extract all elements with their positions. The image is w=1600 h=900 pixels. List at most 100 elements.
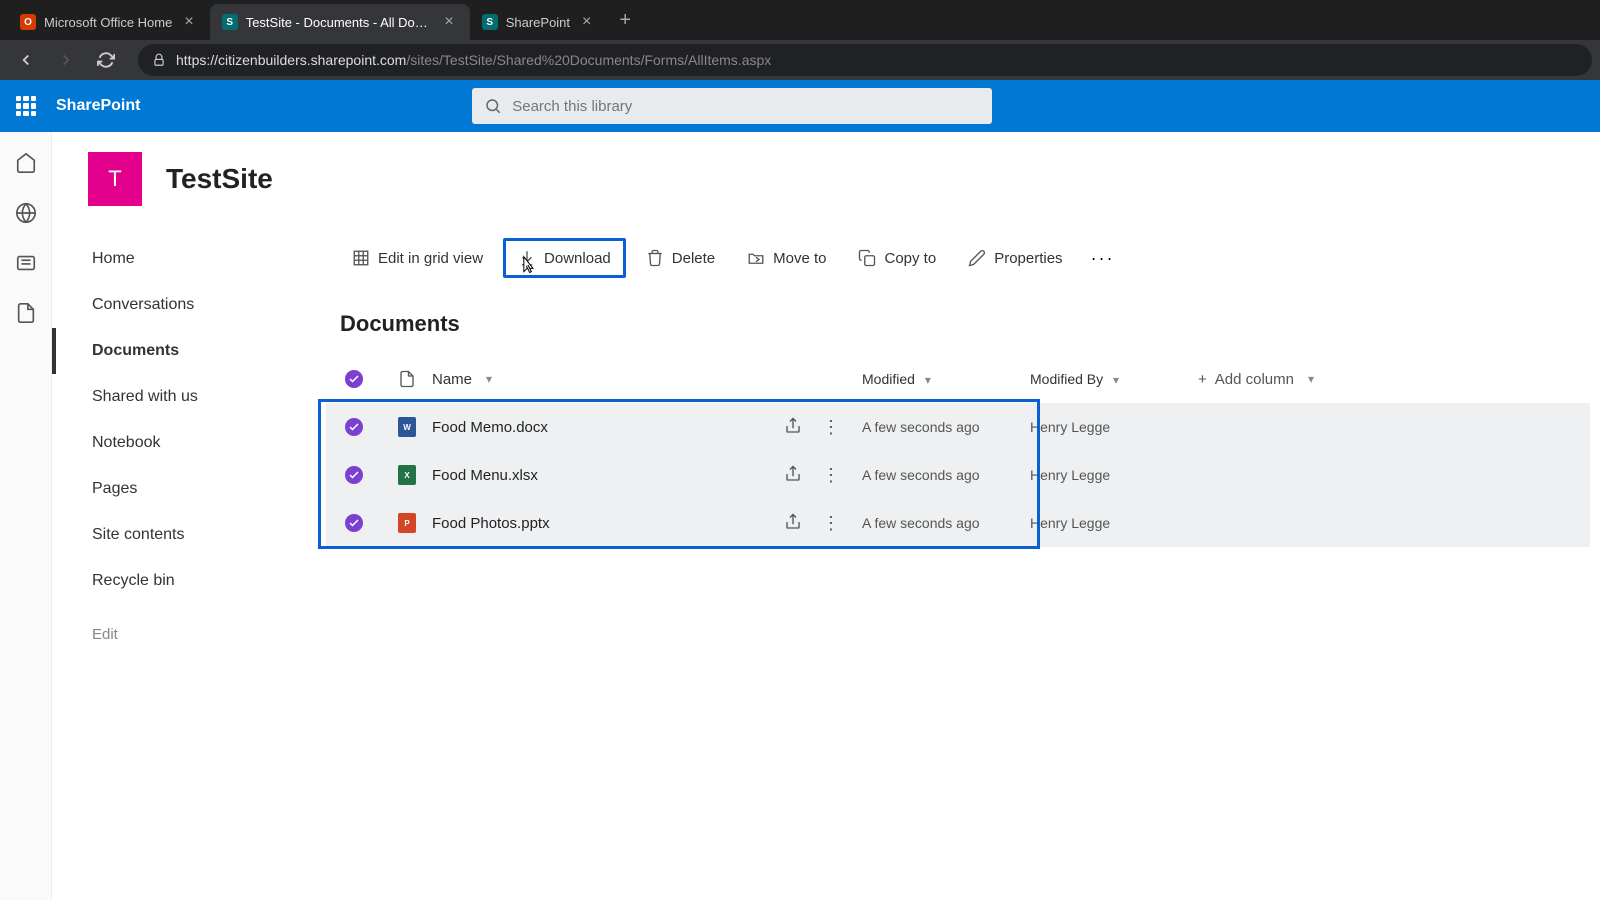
copyto-button[interactable]: Copy to (846, 241, 948, 275)
tab-favicon: O (20, 14, 36, 30)
modifiedby-value: Henry Legge (1030, 515, 1198, 531)
tab-title: TestSite - Documents - All Docum (246, 15, 433, 30)
row-select[interactable] (326, 418, 382, 436)
lock-icon (152, 53, 166, 67)
edit-icon (968, 249, 986, 267)
site-logo[interactable]: T (88, 152, 142, 206)
browser-tabs: O Microsoft Office Home × S TestSite - D… (0, 0, 1600, 40)
library-title: Documents (316, 291, 1600, 355)
action-label: Delete (672, 250, 715, 267)
table-row[interactable]: W Food Memo.docx ⋮ A few seconds ago Hen… (326, 403, 1590, 451)
ppt-file-icon: P (398, 513, 416, 533)
more-actions-button[interactable]: ··· (1083, 244, 1123, 273)
download-button[interactable]: Download (503, 238, 626, 278)
check-icon (345, 418, 363, 436)
app-launcher-icon[interactable] (16, 96, 36, 116)
files-icon[interactable] (15, 302, 37, 324)
table-header-row: Name ▾ Modified ▾ Modified By ▾ (326, 355, 1590, 403)
row-more-icon[interactable]: ⋮ (822, 465, 840, 486)
column-filetype[interactable] (382, 369, 432, 389)
search-box[interactable] (472, 88, 992, 124)
word-file-icon: W (398, 417, 416, 437)
table-row[interactable]: P Food Photos.pptx ⋮ A few seconds ago H… (326, 499, 1590, 547)
browser-address-bar: https://citizenbuilders.sharepoint.com/s… (0, 40, 1600, 80)
nav-edit[interactable]: Edit (52, 604, 306, 657)
browser-tab[interactable]: S SharePoint × (470, 4, 608, 40)
grid-icon (352, 249, 370, 267)
modified-value: A few seconds ago (862, 515, 1030, 531)
forward-button[interactable] (48, 42, 84, 78)
trash-icon (646, 249, 664, 267)
file-name[interactable]: Food Photos.pptx (432, 515, 550, 532)
properties-button[interactable]: Properties (956, 241, 1074, 275)
excel-file-icon: X (398, 465, 416, 485)
back-button[interactable] (8, 42, 44, 78)
share-icon[interactable] (784, 417, 802, 435)
column-modifiedby[interactable]: Modified By ▾ (1030, 371, 1198, 387)
tab-close-icon[interactable]: × (180, 13, 197, 31)
nav-shared[interactable]: Shared with us (52, 374, 306, 420)
add-column-button[interactable]: + Add column ▾ (1198, 371, 1590, 388)
select-all-toggle[interactable] (326, 370, 382, 388)
action-label: Properties (994, 250, 1062, 267)
moveto-button[interactable]: Move to (735, 241, 838, 275)
tab-title: Microsoft Office Home (44, 15, 172, 30)
chevron-down-icon: ▾ (925, 373, 931, 387)
suite-bar: SharePoint (0, 80, 1600, 132)
tab-close-icon[interactable]: × (440, 13, 457, 31)
brand-label[interactable]: SharePoint (56, 97, 140, 115)
nav-sitecontents[interactable]: Site contents (52, 512, 306, 558)
nav-pages[interactable]: Pages (52, 466, 306, 512)
file-icon (398, 369, 416, 389)
row-select[interactable] (326, 466, 382, 484)
globe-icon[interactable] (15, 202, 37, 224)
modified-value: A few seconds ago (862, 467, 1030, 483)
nav-documents[interactable]: Documents (52, 328, 306, 374)
table-row[interactable]: X Food Menu.xlsx ⋮ A few seconds ago Hen… (326, 451, 1590, 499)
nav-home[interactable]: Home (52, 236, 306, 282)
tab-close-icon[interactable]: × (578, 13, 595, 31)
action-label: Download (544, 250, 611, 267)
share-icon[interactable] (784, 465, 802, 483)
column-modified[interactable]: Modified ▾ (862, 371, 1030, 387)
nav-recyclebin[interactable]: Recycle bin (52, 558, 306, 604)
browser-tab[interactable]: S TestSite - Documents - All Docum × (210, 4, 470, 40)
command-bar: Edit in grid view Download Delete (316, 226, 1600, 291)
copyto-icon (858, 249, 876, 267)
modified-value: A few seconds ago (862, 419, 1030, 435)
add-column-label: Add column (1215, 371, 1294, 388)
file-name[interactable]: Food Menu.xlsx (432, 467, 538, 484)
nav-conversations[interactable]: Conversations (52, 282, 306, 328)
column-label: Name (432, 371, 472, 388)
moveto-icon (747, 249, 765, 267)
url-input[interactable]: https://citizenbuilders.sharepoint.com/s… (138, 44, 1592, 76)
download-icon (518, 249, 536, 267)
site-title: TestSite (166, 163, 273, 195)
news-icon[interactable] (15, 252, 37, 274)
action-label: Copy to (884, 250, 936, 267)
column-name[interactable]: Name ▾ (432, 371, 762, 388)
home-icon[interactable] (15, 152, 37, 174)
browser-tab[interactable]: O Microsoft Office Home × (8, 4, 210, 40)
plus-icon: + (1198, 371, 1207, 388)
delete-button[interactable]: Delete (634, 241, 727, 275)
modifiedby-value: Henry Legge (1030, 467, 1198, 483)
row-more-icon[interactable]: ⋮ (822, 417, 840, 438)
column-label: Modified (862, 371, 915, 387)
nav-notebook[interactable]: Notebook (52, 420, 306, 466)
chevron-down-icon: ▾ (486, 372, 492, 386)
share-icon[interactable] (784, 513, 802, 531)
new-tab-button[interactable]: + (607, 9, 643, 32)
modifiedby-value: Henry Legge (1030, 419, 1198, 435)
row-select[interactable] (326, 514, 382, 532)
documents-table: Name ▾ Modified ▾ Modified By ▾ (316, 355, 1600, 547)
tab-favicon: S (482, 14, 498, 30)
tab-favicon: S (222, 14, 238, 30)
check-icon (345, 466, 363, 484)
action-label: Move to (773, 250, 826, 267)
edit-grid-button[interactable]: Edit in grid view (340, 241, 495, 275)
search-input[interactable] (512, 98, 980, 115)
file-name[interactable]: Food Memo.docx (432, 419, 548, 436)
row-more-icon[interactable]: ⋮ (822, 513, 840, 534)
reload-button[interactable] (88, 42, 124, 78)
